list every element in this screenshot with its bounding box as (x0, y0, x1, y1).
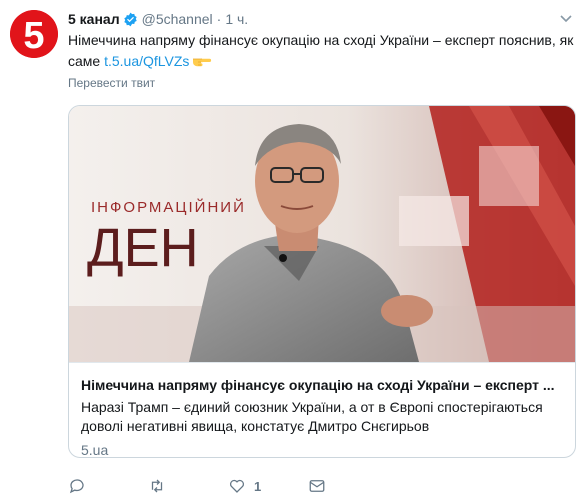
card-domain: 5.ua (81, 442, 109, 458)
reply-button[interactable] (68, 476, 94, 496)
card-description: Наразі Трамп – єдиний союзник України, а… (81, 399, 543, 434)
image-caption-large: ДЕН (87, 218, 199, 278)
action-bar: 1 (68, 476, 368, 496)
pointing-hand-icon (192, 53, 212, 67)
translate-link[interactable]: Перевести твит (68, 76, 155, 90)
timestamp[interactable]: 1 ч. (225, 11, 248, 27)
avatar-glyph: 5 (23, 15, 44, 57)
message-button[interactable] (308, 476, 334, 496)
author-name[interactable]: 5 канал (68, 11, 120, 27)
reply-icon (68, 477, 86, 495)
author-handle[interactable]: @5channel (142, 11, 213, 27)
like-count: 1 (254, 478, 262, 494)
tweet[interactable]: 5 5 канал @5channel · 1 ч. Німеччина нап… (0, 0, 584, 504)
retweet-button[interactable] (148, 476, 174, 496)
image-caption-small: ІНФОРМАЦІЙНИЙ (91, 198, 246, 216)
avatar[interactable]: 5 (10, 10, 58, 58)
verified-icon (123, 12, 138, 27)
tweet-header: 5 канал @5channel · 1 ч. (68, 8, 248, 30)
message-icon (308, 477, 326, 495)
link-card[interactable]: ІНФОРМАЦІЙНИЙ ДЕН Німеччина напряму фіна… (68, 105, 576, 458)
like-button[interactable]: 1 (228, 476, 261, 496)
tweet-link[interactable]: t.5.ua/QfLVZs (104, 53, 189, 69)
separator-dot: · (216, 11, 222, 27)
like-icon (228, 477, 246, 495)
tweet-text: Німеччина напряму фінансує окупацію на с… (68, 30, 576, 72)
card-title[interactable]: Німеччина напряму фінансує окупацію на с… (81, 375, 563, 395)
card-body[interactable]: Німеччина напряму фінансує окупацію на с… (69, 362, 575, 458)
chevron-down-icon[interactable] (558, 10, 574, 26)
card-image[interactable]: ІНФОРМАЦІЙНИЙ ДЕН (69, 106, 575, 362)
retweet-icon (148, 477, 166, 495)
